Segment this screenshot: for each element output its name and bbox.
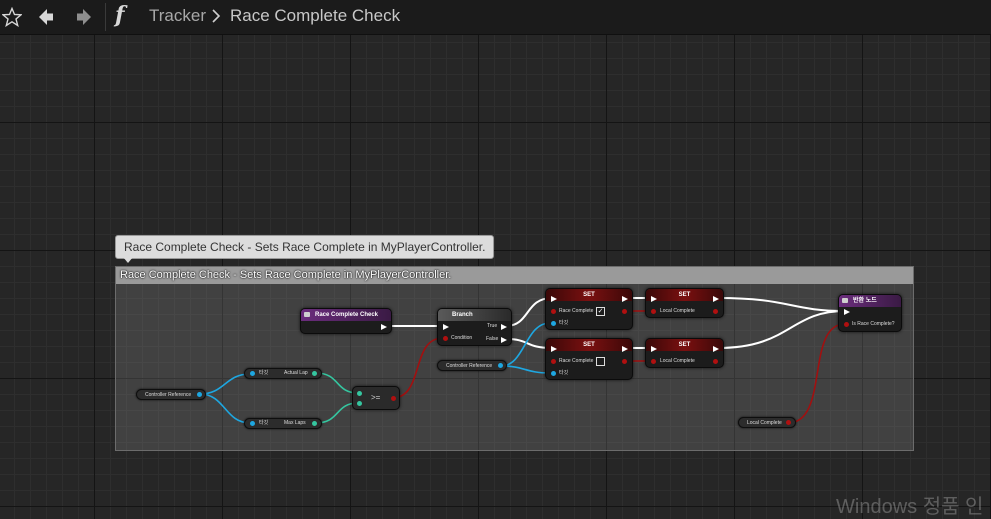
target-label: 타깃 — [559, 370, 569, 376]
breadcrumb-parent[interactable]: Tracker — [149, 6, 206, 26]
target-label: 타깃 — [559, 320, 569, 326]
greater-equal-node[interactable]: >= — [352, 386, 400, 410]
target-label: 타깃 — [259, 370, 269, 376]
int-input-pin-b[interactable] — [357, 401, 362, 406]
object-output-pin[interactable] — [498, 363, 503, 368]
set-local-complete-node[interactable]: SET Local Complete — [645, 338, 724, 368]
target-label: 타깃 — [259, 420, 269, 426]
set-node-title: SET — [546, 289, 632, 301]
actual-lap-getter[interactable]: 타깃 Actual Lap — [244, 368, 322, 379]
exec-output-pin[interactable] — [622, 346, 628, 352]
max-laps-getter[interactable]: 타깃 Max Laps — [244, 418, 322, 429]
bool-input-pin[interactable] — [651, 359, 656, 364]
true-label: True — [487, 323, 498, 329]
bool-input-pin[interactable] — [551, 359, 556, 364]
target-input-pin[interactable] — [551, 321, 556, 326]
race-complete-checkbox[interactable] — [596, 357, 605, 366]
comment-bubble[interactable]: Race Complete Check - Sets Race Complete… — [115, 235, 495, 259]
local-complete-label: Local Complete — [660, 358, 695, 364]
bool-output-pin[interactable] — [786, 420, 791, 425]
return-node[interactable]: 반환 노드 Is Race Complete? — [838, 294, 902, 332]
exec-output-pin[interactable] — [713, 296, 719, 302]
race-complete-checkbox[interactable]: ✓ — [596, 307, 605, 316]
function-icon — [842, 298, 848, 303]
false-exec-pin[interactable] — [501, 337, 507, 343]
int-input-pin-a[interactable] — [357, 391, 362, 396]
comment-bubble-tail — [123, 257, 133, 263]
target-input-pin[interactable] — [250, 421, 255, 426]
local-complete-label: Local Complete — [747, 420, 782, 426]
return-node-title: 반환 노드 — [839, 295, 901, 307]
object-output-pin[interactable] — [197, 392, 202, 397]
local-complete-getter[interactable]: Local Complete — [738, 417, 796, 428]
branch-node-title: Branch — [438, 309, 511, 321]
bool-output-pin[interactable] — [622, 359, 627, 364]
controller-reference-label: Controller Reference — [145, 392, 192, 398]
exec-input-pin[interactable] — [551, 346, 557, 352]
max-laps-label: Max Laps — [284, 420, 306, 426]
exec-input-pin[interactable] — [551, 296, 557, 302]
exec-output-pin[interactable] — [622, 296, 628, 302]
true-exec-pin[interactable] — [501, 324, 507, 330]
arrow-left-icon[interactable] — [34, 5, 58, 29]
branch-node[interactable]: Branch True Condition False — [437, 308, 512, 346]
exec-output-pin[interactable] — [381, 324, 387, 330]
exec-output-pin[interactable] — [713, 346, 719, 352]
race-complete-label: Race Complete — [559, 358, 594, 364]
exec-input-pin[interactable] — [651, 346, 657, 352]
breadcrumb-current: Race Complete Check — [230, 6, 401, 25]
condition-label: Condition — [451, 335, 473, 341]
target-input-pin[interactable] — [551, 371, 556, 376]
arrow-right-icon[interactable] — [72, 5, 96, 29]
star-icon[interactable] — [0, 5, 24, 29]
chevron-right-icon — [211, 8, 221, 29]
bool-output-pin[interactable] — [622, 309, 627, 314]
exec-input-pin[interactable] — [443, 324, 449, 330]
false-label: False — [486, 336, 499, 342]
bool-input-pin[interactable] — [551, 309, 556, 314]
set-node-title: SET — [546, 339, 632, 351]
set-local-complete-node[interactable]: SET Local Complete — [645, 288, 724, 318]
bool-input-pin[interactable] — [844, 322, 849, 327]
controller-reference-getter[interactable]: Controller Reference — [136, 389, 206, 400]
race-complete-label: Race Complete — [559, 308, 594, 314]
bool-output-pin[interactable] — [391, 396, 396, 401]
entry-node-title: Race Complete Check — [301, 309, 391, 321]
set-race-complete-node[interactable]: SET Race Complete 타깃 — [545, 338, 633, 380]
controller-reference-getter[interactable]: Controller Reference — [437, 360, 507, 371]
toolbar: f Tracker Race Complete Check — [0, 0, 991, 35]
bool-output-pin[interactable] — [713, 309, 718, 314]
int-output-pin[interactable] — [312, 421, 317, 426]
bool-input-pin[interactable] — [651, 309, 656, 314]
controller-reference-label: Controller Reference — [446, 363, 493, 369]
set-race-complete-node[interactable]: SET Race Complete ✓ 타깃 — [545, 288, 633, 330]
entry-node[interactable]: Race Complete Check — [300, 308, 392, 334]
operator-label: >= — [371, 393, 381, 402]
actual-lap-label: Actual Lap — [284, 370, 308, 376]
local-complete-label: Local Complete — [660, 308, 695, 314]
set-node-title: SET — [646, 339, 723, 351]
int-output-pin[interactable] — [312, 371, 317, 376]
exec-input-pin[interactable] — [844, 309, 850, 315]
function-icon — [304, 312, 310, 317]
bool-output-pin[interactable] — [713, 359, 718, 364]
comment-title[interactable]: Race Complete Check - Sets Race Complete… — [116, 267, 913, 284]
function-icon: f — [115, 2, 125, 28]
target-input-pin[interactable] — [250, 371, 255, 376]
exec-input-pin[interactable] — [651, 296, 657, 302]
toolbar-divider — [105, 3, 106, 31]
is-race-complete-label: Is Race Complete? — [852, 321, 895, 327]
set-node-title: SET — [646, 289, 723, 301]
condition-pin[interactable] — [443, 336, 448, 341]
